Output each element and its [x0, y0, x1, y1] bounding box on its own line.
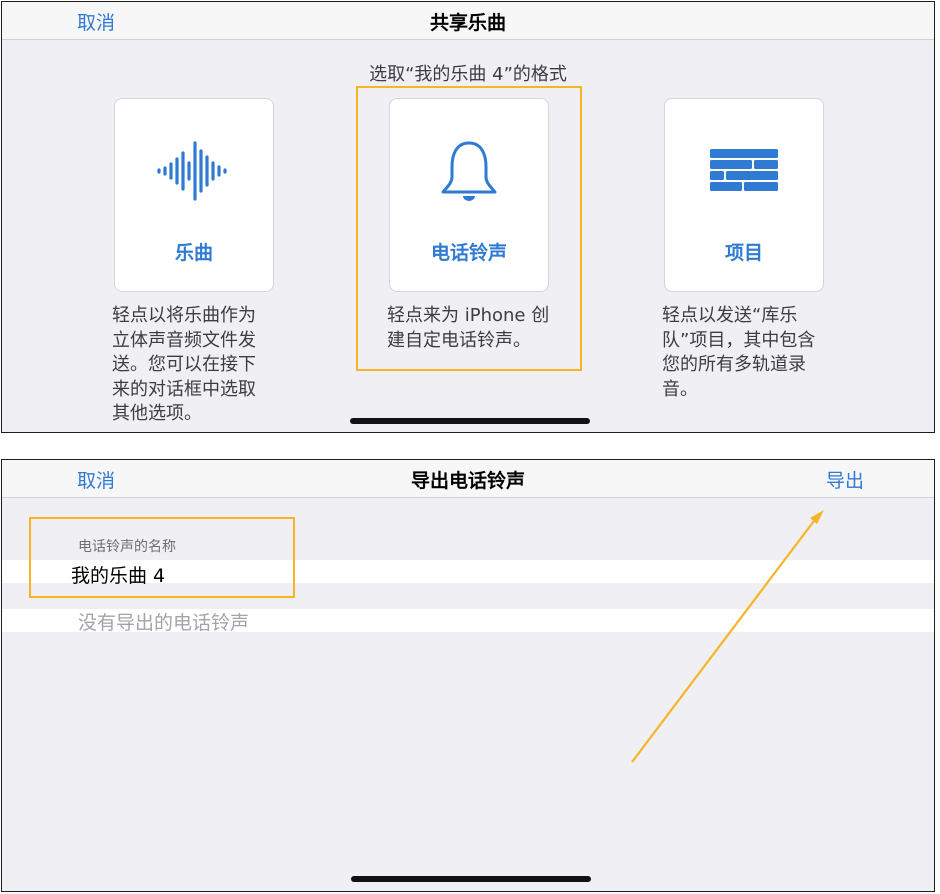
page-title: 共享乐曲 [429, 12, 506, 34]
project-format-description: 轻点以发送“库乐队”项目，其中包含您的所有多轨道录音。 [662, 305, 816, 400]
ringtone-highlight-box [356, 86, 582, 371]
song-format-label: 乐曲 [174, 242, 213, 264]
share-song-screen: 取消 共享乐曲 选取“我的乐曲 4”的格式 乐曲 电话铃声 项目 轻点以将乐曲作… [1, 1, 935, 433]
song-format-description: 轻点以将乐曲作为立体声音频文件发送。您可以在接下来的对话框中选取其他选项。 [112, 305, 256, 424]
bricks-icon [665, 137, 823, 207]
export-ringtone-screen: 取消 导出电话铃声 导出 电话铃声的名称 我的乐曲 4 没有导出的电话铃声 [1, 459, 935, 892]
song-format-card[interactable]: 乐曲 [114, 98, 274, 292]
project-format-card[interactable]: 项目 [664, 98, 824, 292]
waveform-icon [115, 137, 273, 207]
home-indicator [350, 418, 590, 424]
navigation-bar: 取消 共享乐曲 [2, 2, 934, 40]
home-indicator [351, 876, 591, 882]
format-prompt: 选取“我的乐曲 4”的格式 [369, 64, 567, 85]
project-format-label: 项目 [724, 242, 763, 264]
annotation-arrow-icon [631, 510, 824, 763]
